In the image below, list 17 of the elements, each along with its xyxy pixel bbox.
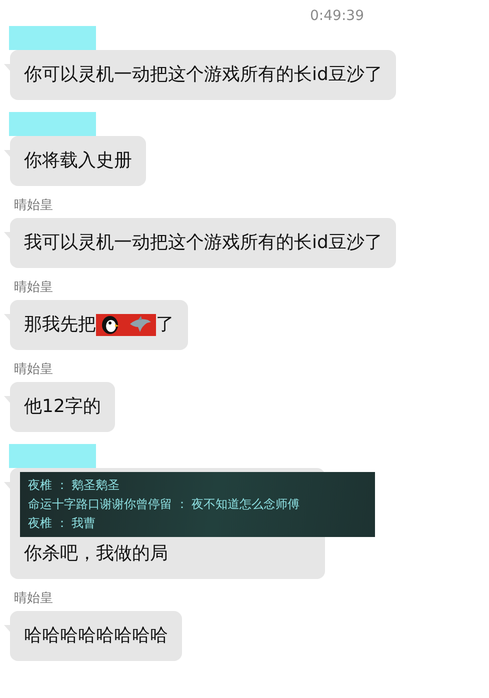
timestamp: 0:49:39: [309, 7, 365, 26]
message-text: 你可以灵机一动把这个游戏所有的长id豆沙了: [24, 63, 382, 87]
chat-line: 夜椎 ： 我曹: [28, 515, 97, 532]
message-text: 了: [156, 313, 174, 337]
sender-name: 晴始皇: [14, 591, 53, 607]
message-text: 你杀吧，我做的局: [24, 542, 168, 566]
chat-line: 夜椎 ： 鹅圣鹅圣: [28, 477, 121, 494]
message-text: 哈哈哈哈哈哈哈哈: [24, 624, 168, 648]
message-text: 我可以灵机一动把这个游戏所有的长id豆沙了: [24, 231, 382, 255]
chat-line: 命运十字路口谢谢你曾停留 ： 夜不知道怎么念师傅: [28, 496, 301, 513]
sender-name: 晴始皇: [14, 362, 53, 378]
message-text: 你将载入史册: [24, 149, 132, 173]
message-text: 他12字的: [24, 395, 101, 419]
penguin-icon: [100, 315, 120, 335]
message-text: 那我先把: [24, 313, 96, 337]
sender-name: 晴始皇: [14, 280, 53, 296]
sender-name: 晴始皇: [14, 198, 53, 214]
